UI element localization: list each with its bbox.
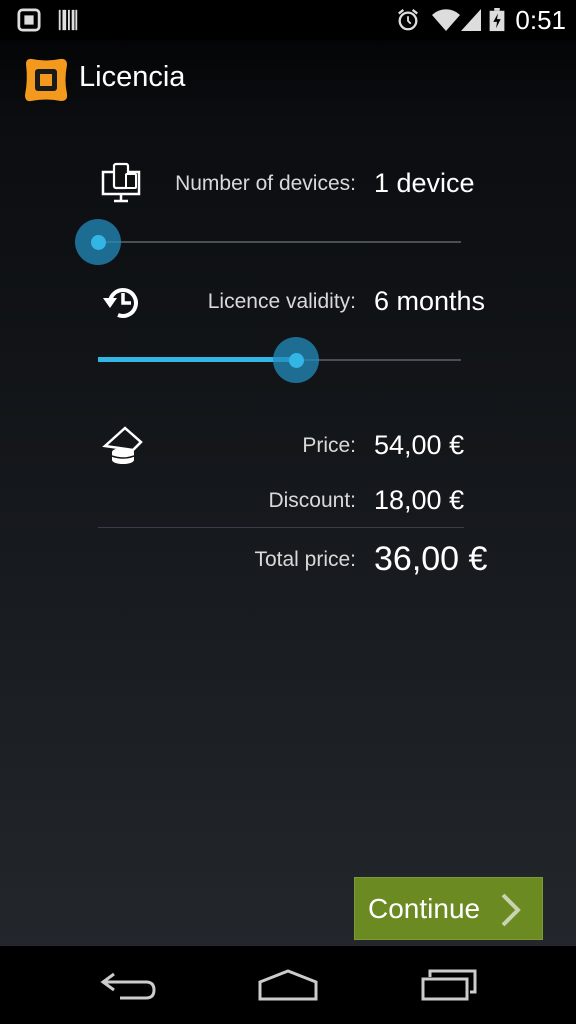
price-label: Price: [302, 434, 356, 457]
validity-slider-fill [98, 357, 298, 362]
total-price-value: 36,00 € [374, 540, 488, 578]
discount-value: 18,00 € [374, 485, 465, 515]
alarm-icon [398, 8, 418, 31]
status-bar: 0:51 [0, 0, 576, 40]
navigation-bar [0, 946, 576, 1024]
total-price-label: Total price: [254, 548, 356, 571]
recent-apps-icon[interactable] [420, 968, 478, 1002]
home-icon[interactable] [257, 968, 319, 1002]
discount-label: Discount: [268, 489, 356, 512]
app-logo-icon[interactable] [22, 56, 70, 104]
continue-button[interactable]: Continue [354, 877, 543, 940]
action-bar: Licencia [0, 40, 576, 118]
coins-icon [102, 426, 143, 464]
barcode-icon [58, 9, 78, 31]
devices-slider-track[interactable] [98, 241, 461, 243]
divider [98, 527, 464, 528]
devices-label: Number of devices: [175, 172, 356, 195]
back-icon[interactable] [100, 970, 158, 1002]
validity-value: 6 months [374, 286, 486, 316]
chevron-right-icon [501, 893, 521, 927]
devices-value: 1 device [374, 168, 475, 198]
battery-charging-icon [489, 8, 505, 32]
app-notification-icon [17, 8, 41, 32]
wifi-icon [432, 9, 460, 32]
history-clock-icon [103, 288, 138, 318]
validity-label: Licence validity: [207, 290, 356, 313]
devices-slider-thumb[interactable] [75, 219, 121, 265]
clock: 0:51 [515, 5, 566, 35]
page-title: Licencia [79, 61, 186, 93]
signal-icon [461, 9, 481, 31]
validity-slider-thumb[interactable] [273, 337, 319, 383]
devices-icon [101, 162, 141, 203]
price-value: 54,00 € [374, 430, 465, 460]
continue-button-label: Continue [368, 893, 481, 924]
